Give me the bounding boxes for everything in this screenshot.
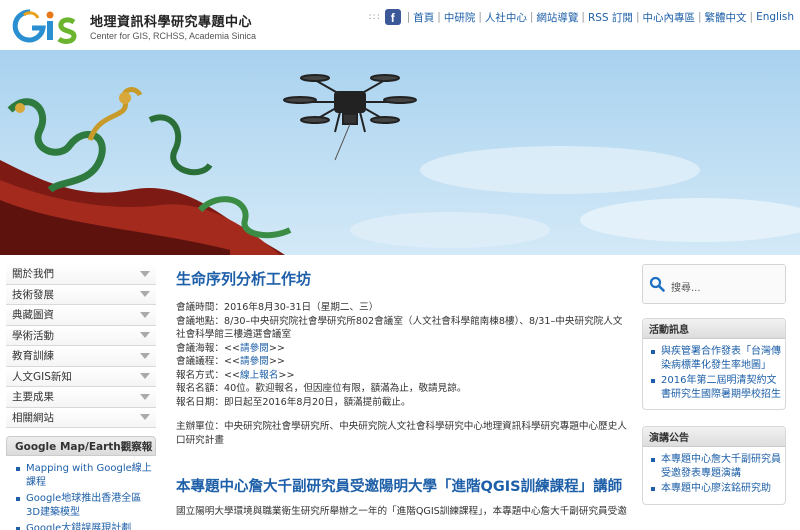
- gis-logo-icon: [12, 9, 77, 44]
- info-line: 報名日期：即日起至2016年8月20日，額滿提前截止。: [176, 396, 411, 408]
- info-line: 會議地點：8/30–中央研究院社會學研究所802會議室（人文社會科學館南棟8樓）…: [176, 315, 623, 341]
- chevron-down-icon: [140, 393, 150, 400]
- post-title[interactable]: 本專題中心詹大千副研究員受邀陽明大學「進階QGIS訓練課程」講師: [176, 477, 630, 497]
- right-sidebar: 搜尋... 活動訊息 與疾管署合作發表「台灣傳染病標準化發生率地圖」 2016年…: [642, 264, 786, 505]
- search-box[interactable]: 搜尋...: [642, 264, 786, 304]
- menu-item-training[interactable]: 教育訓練: [6, 346, 156, 367]
- list-item[interactable]: 本專題中心廖泫銘研究助: [649, 482, 781, 496]
- list-item[interactable]: 本專題中心詹大千副研究員受邀發表專題演講: [649, 453, 781, 480]
- list-item[interactable]: Google大錯誤展現計劃: [14, 522, 152, 530]
- register-link[interactable]: 線上報名: [240, 370, 278, 381]
- lectures-list: 本專題中心詹大千副研究員受邀發表專題演講 本專題中心廖泫銘研究助: [643, 447, 785, 504]
- list-item[interactable]: 與疾管署合作發表「台灣傳染病標準化發生率地圖」: [649, 345, 781, 372]
- post-excerpt: 國立陽明大學環境與職業衛生研究所舉辦之一年的「進階QGIS訓練課程」，本專題中心…: [176, 506, 627, 517]
- nav-sinica-link[interactable]: 中研院: [444, 10, 476, 25]
- menu-item-tech[interactable]: 技術發展: [6, 284, 156, 305]
- activity-title: 活動訊息: [643, 319, 785, 339]
- nav-chinese-link[interactable]: 繁體中文: [705, 10, 747, 25]
- post-title[interactable]: 生命序列分析工作坊: [176, 268, 630, 289]
- poster-link[interactable]: 請參閱: [240, 343, 269, 354]
- chevron-down-icon: [140, 311, 150, 318]
- nav-home-link[interactable]: 首頁: [413, 10, 434, 25]
- nav-rss-link[interactable]: RSS 訂閱: [588, 10, 633, 25]
- organizer-text: 主辦單位：中央研究院社會學研究所、中央研究院人文社會科學研究中心地理資訊科學研究…: [176, 421, 627, 446]
- nav-rchss-link[interactable]: 人社中心: [485, 10, 527, 25]
- search-input[interactable]: 搜尋...: [671, 279, 701, 294]
- nav-dots-icon: :::: [368, 12, 381, 22]
- gmap-list: Mapping with Google線上課程 Google地球推出香港全區3D…: [6, 456, 156, 530]
- chevron-down-icon: [140, 373, 150, 380]
- chevron-down-icon: [140, 352, 150, 359]
- menu-item-news[interactable]: 人文GIS新知: [6, 366, 156, 387]
- info-line: 報名方式：<<線上報名>>: [176, 369, 295, 381]
- menu-item-results[interactable]: 主要成果: [6, 387, 156, 408]
- activity-box: 活動訊息 與疾管署合作發表「台灣傳染病標準化發生率地圖」 2016年第二屆明清契…: [642, 318, 786, 410]
- lectures-title: 演講公告: [643, 427, 785, 447]
- facebook-icon[interactable]: f: [384, 9, 401, 25]
- list-item[interactable]: 2016年第二屆明清契約文書研究生國際暑期學校招生: [649, 374, 781, 401]
- gmap-title: Google Map/Earth觀察報: [6, 436, 156, 456]
- nav-sitemap-link[interactable]: 網站導覽: [536, 10, 578, 25]
- chevron-down-icon: [140, 291, 150, 298]
- chevron-down-icon: [140, 332, 150, 339]
- site-header: 地理資訊科學研究專題中心 Center for GIS, RCHSS, Acad…: [0, 0, 800, 50]
- main-menu: 關於我們 技術發展 典藏圖資 學術活動 教育訓練 人文GIS新知 主要成果 相關…: [6, 264, 156, 428]
- left-sidebar: 關於我們 技術發展 典藏圖資 學術活動 教育訓練 人文GIS新知 主要成果 相關…: [6, 264, 156, 530]
- post-info: 會議時間：2016年8月30-31日（星期二、三） 會議地點：8/30–中央研究…: [176, 301, 630, 409]
- menu-item-events[interactable]: 學術活動: [6, 325, 156, 346]
- list-item[interactable]: Google地球推出香港全區3D建築模型: [14, 492, 152, 520]
- info-line: 報名名額：40位。歡迎報名，但因座位有限，額滿為止，敬請見諒。: [176, 383, 467, 394]
- logo-title: 地理資訊科學研究專題中心: [90, 15, 253, 30]
- logo-subtitle: Center for GIS, RCHSS, Academia Sinica: [90, 31, 257, 41]
- nav-internal-link[interactable]: 中心內專區: [642, 10, 695, 25]
- main-content: 生命序列分析工作坊 會議時間：2016年8月30-31日（星期二、三） 會議地點…: [176, 268, 630, 518]
- nav-english-link[interactable]: English: [756, 11, 794, 23]
- info-line: 會議時間：2016年8月30-31日（星期二、三）: [176, 302, 379, 313]
- info-line: 會議議程：<<請參閱>>: [176, 356, 285, 367]
- chevron-down-icon: [140, 414, 150, 421]
- agenda-link[interactable]: 請參閱: [240, 356, 269, 367]
- hero-banner: [0, 50, 800, 255]
- search-icon[interactable]: [649, 276, 665, 292]
- gmap-box: Google Map/Earth觀察報 Mapping with Google線…: [6, 436, 156, 530]
- menu-item-links[interactable]: 相關網站: [6, 407, 156, 428]
- activity-list: 與疾管署合作發表「台灣傳染病標準化發生率地圖」 2016年第二屆明清契約文書研究…: [643, 339, 785, 409]
- info-line: 會議海報：<<請參閱>>: [176, 342, 285, 354]
- banner-image: [0, 50, 800, 255]
- site-logo[interactable]: 地理資訊科學研究專題中心 Center for GIS, RCHSS, Acad…: [10, 6, 256, 46]
- menu-item-collection[interactable]: 典藏圖資: [6, 305, 156, 326]
- top-navigation: ::: f | 首頁 | 中研院 | 人社中心 | 網站導覽 | RSS 訂閱 …: [368, 9, 794, 25]
- menu-item-about[interactable]: 關於我們: [6, 264, 156, 285]
- list-item[interactable]: Mapping with Google線上課程: [14, 462, 152, 490]
- lectures-box: 演講公告 本專題中心詹大千副研究員受邀發表專題演講 本專題中心廖泫銘研究助: [642, 426, 786, 505]
- chevron-down-icon: [140, 270, 150, 277]
